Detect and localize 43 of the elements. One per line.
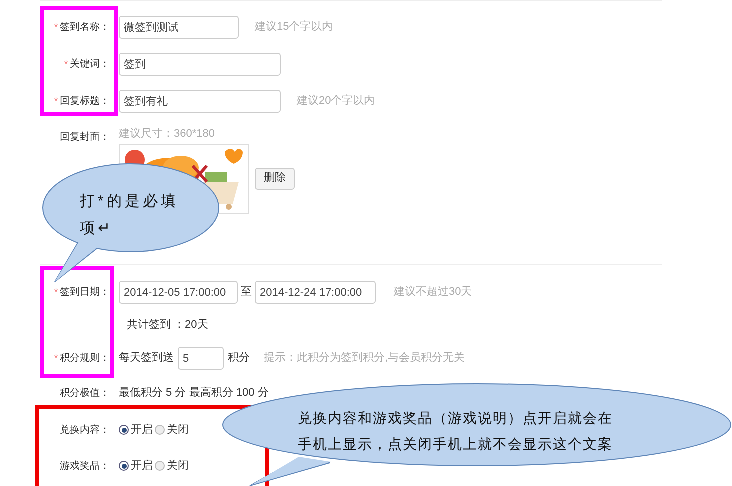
field-label: 回复标题： <box>60 94 110 109</box>
points-suffix: 积分 <box>228 351 250 366</box>
hint-text: 提示：此积分为签到积分,与会员积分无关 <box>264 350 466 366</box>
radio-label: 关闭 <box>167 458 189 474</box>
required-mark: * <box>54 352 58 365</box>
field-label: 积分规则： <box>60 352 110 366</box>
input-field[interactable]: 2014-12-05 17:00:00 <box>119 281 238 304</box>
radio-label: 开启 <box>131 422 153 438</box>
delete-button[interactable]: 删除 <box>255 168 295 190</box>
hint-text: 建议15个字以内 <box>255 20 334 36</box>
callout-text: 项↵ <box>80 219 114 239</box>
callout-text: 兑换内容和游戏奖品（游戏说明）点开启就会在 <box>298 409 613 428</box>
total-days-text: 共计签到 ：20天 <box>127 318 208 334</box>
required-mark: * <box>54 286 58 299</box>
field-label: 积分极值： <box>60 386 110 401</box>
input-field[interactable]: 2014-12-24 17:00:00 <box>255 281 376 304</box>
points-prefix: 每天签到送 <box>119 351 174 366</box>
field-label: 兑换内容： <box>60 424 110 438</box>
required-mark: * <box>54 20 58 34</box>
required-mark: * <box>54 94 58 108</box>
radio-button[interactable] <box>155 461 165 471</box>
hint-text: 建议尺寸：360*180 <box>119 127 216 142</box>
radio-button[interactable] <box>119 461 129 471</box>
field-label: 关键词： <box>70 58 110 72</box>
points-range-text: 最低积分 5 分 最高积分 100 分 <box>118 386 269 402</box>
input-field[interactable]: 微签到测试 <box>119 16 239 39</box>
callout-text: 打*的是必填 <box>80 192 179 212</box>
radio-label: 关闭 <box>167 422 189 438</box>
input-field[interactable]: 签到有礼 <box>119 90 281 113</box>
field-label: 游戏奖品： <box>60 460 110 474</box>
radio-label: 开启 <box>131 458 153 474</box>
radio-button[interactable] <box>119 425 129 435</box>
radio-button[interactable] <box>155 425 165 435</box>
input-field[interactable]: 签到 <box>119 53 281 76</box>
field-label: 签到名称： <box>60 21 110 35</box>
callout-text: 手机上显示，点关闭手机上就不会显示这个文案 <box>298 435 613 454</box>
input-field[interactable]: 5 <box>178 347 224 370</box>
field-label: 回复封面： <box>60 130 110 145</box>
field-label: 签到日期： <box>60 286 110 300</box>
hint-text: 建议20个字以内 <box>297 94 376 110</box>
required-mark: * <box>64 58 68 71</box>
hint-text: 建议不超过30天 <box>394 285 472 300</box>
range-separator: 至 <box>240 285 253 300</box>
